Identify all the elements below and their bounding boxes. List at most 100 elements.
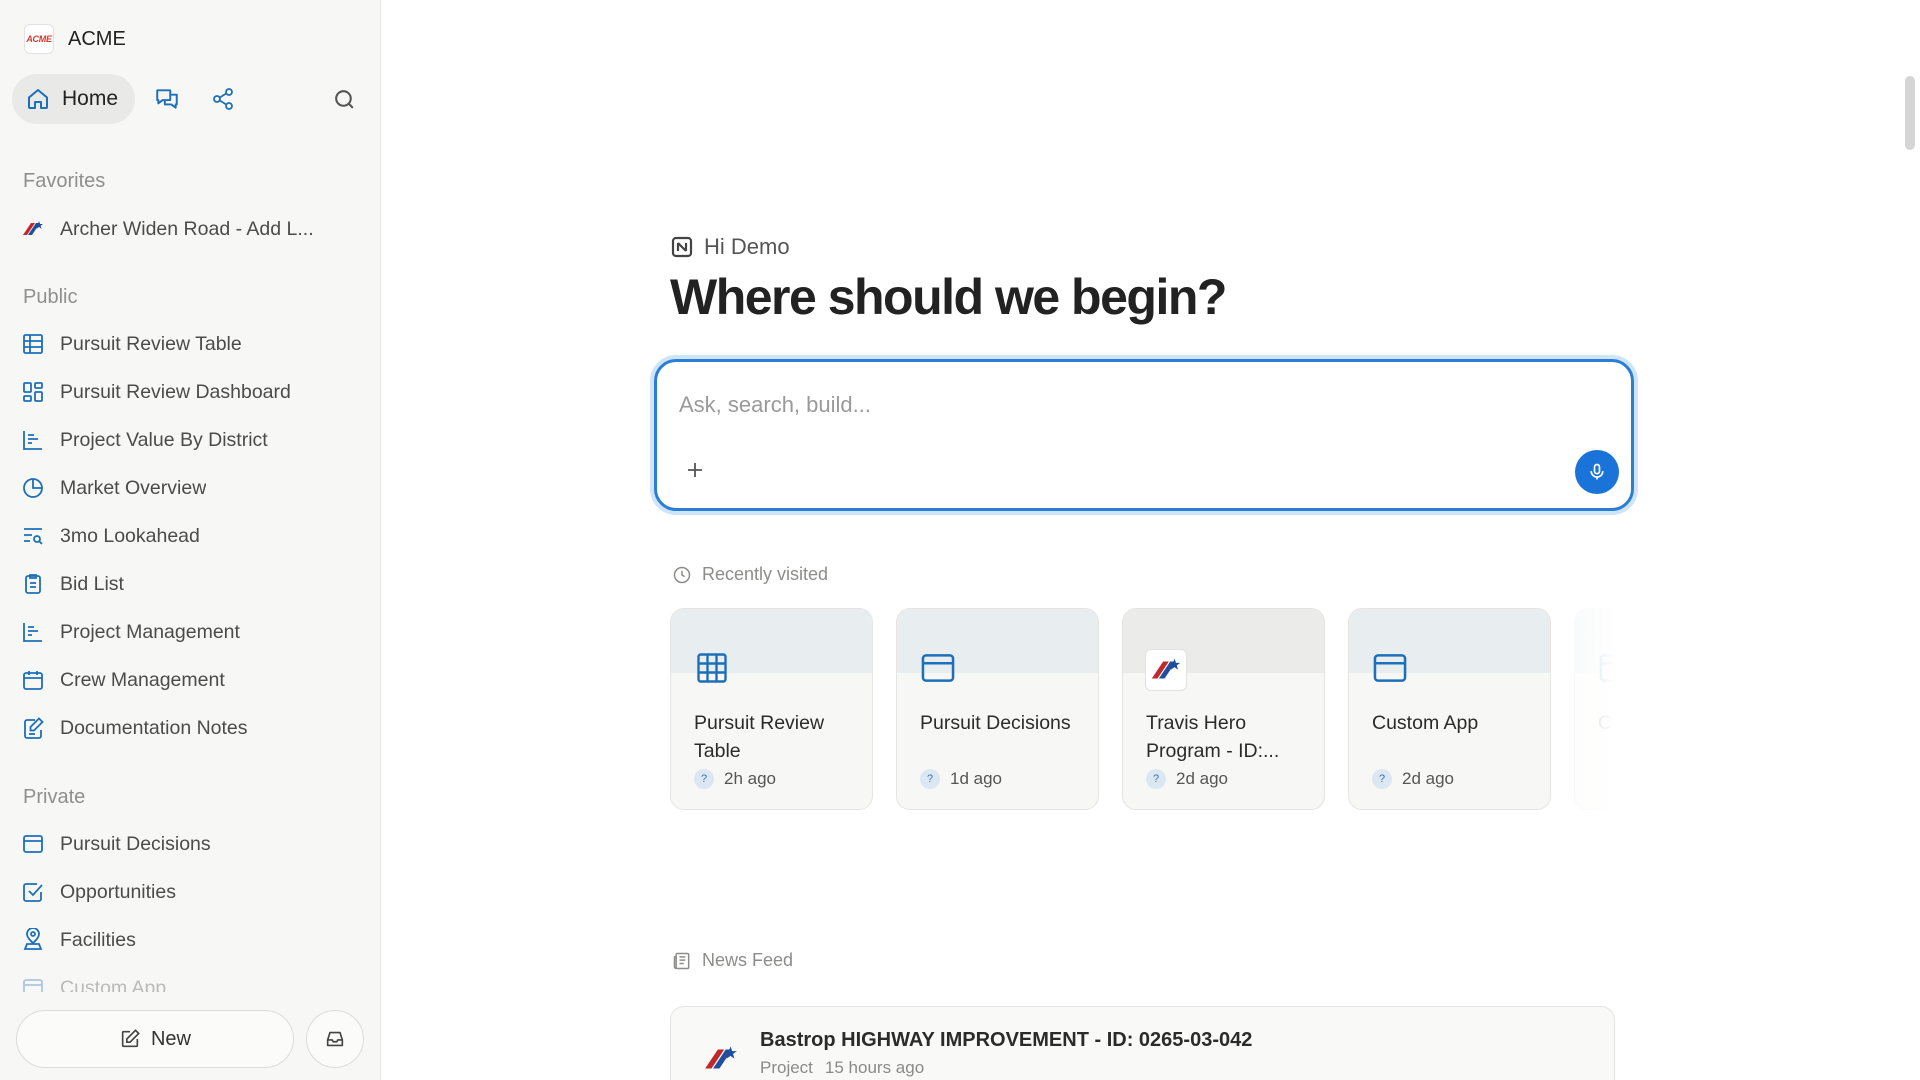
sidebar-item-custom-app[interactable]: Custom App [20, 964, 370, 992]
recent-cards: Pursuit Review Table ? 2h ago Pursuit Dec… [670, 608, 1615, 810]
sidebar-item-project-management[interactable]: Project Management [20, 608, 370, 656]
sidebar-item-pursuit-review-table[interactable]: Pursuit Review Table [20, 320, 370, 368]
recent-card[interactable]: Custom App ? 2d ago [1348, 608, 1551, 810]
sidebar-item-label: Documentation Notes [60, 716, 248, 739]
map-pin-icon [20, 927, 46, 953]
avatar: ? [1146, 769, 1166, 789]
dashboard-icon [20, 379, 46, 405]
table-icon [693, 649, 731, 687]
sidebar-item-label: Bid List [60, 572, 124, 595]
calendar-icon [20, 667, 46, 693]
clock-icon [673, 566, 691, 583]
sidebar-item-crew-management[interactable]: Crew Management [20, 656, 370, 704]
acme-logo: ACME [24, 24, 54, 54]
greeting: Hi Demo [670, 234, 790, 260]
news-meta: Project 15 hours ago [760, 1058, 924, 1078]
pie-chart-icon [20, 475, 46, 501]
page-title: Where should we begin? [670, 269, 1227, 325]
search-icon[interactable] [330, 85, 358, 113]
sidebar-item-label: Project Management [60, 620, 240, 643]
sidebar-item-label: Market Overview [60, 476, 207, 499]
card-title: Custom App [1372, 712, 1479, 734]
card-title: Pursuit Review Table [694, 712, 825, 762]
private-list: Pursuit Decisions Opportunities Faciliti… [20, 820, 370, 992]
sidebar-footer: New [16, 1010, 364, 1068]
graph-icon[interactable] [209, 85, 237, 113]
sidebar: ACME ACME Home Favorites Archer Widen Ro… [0, 0, 381, 1080]
new-button[interactable]: New [16, 1010, 294, 1068]
chat-icon[interactable] [153, 85, 181, 113]
main-content: Hi Demo Where should we begin? Recently … [382, 0, 1920, 1080]
app-window-icon [20, 831, 46, 857]
home-label: Home [62, 87, 119, 110]
card-meta: ? 2d ago [1372, 769, 1454, 789]
scrollbar[interactable] [1905, 76, 1915, 150]
card-title: Travis Hero Program - ID:... [1146, 712, 1280, 762]
recent-card[interactable]: Pursuit Decisions ? 1d ago [896, 608, 1099, 810]
sidebar-item-label: Crew Management [60, 668, 225, 691]
checkbox-icon [20, 879, 46, 905]
recent-card[interactable]: Travis Hero Program - ID:... ? 2d ago [1122, 608, 1325, 810]
sidebar-item-label: Custom App [60, 976, 167, 993]
card-title: Pursuit Decisions [920, 712, 1071, 734]
sidebar-item-project-value-by-district[interactable]: Project Value By District [20, 416, 370, 464]
card-meta: ? 1d ago [920, 769, 1002, 789]
sidebar-item-facilities[interactable]: Facilities [20, 916, 370, 964]
microphone-button[interactable] [1575, 450, 1619, 494]
clipboard-icon [20, 571, 46, 597]
sidebar-item-label: Pursuit Review Dashboard [60, 380, 291, 403]
card-meta: ? 2h ago [694, 769, 776, 789]
public-list: Pursuit Review Table Pursuit Review Dash… [20, 320, 370, 752]
inbox-button[interactable] [306, 1010, 364, 1068]
edit-note-icon [20, 715, 46, 741]
home-icon [28, 89, 48, 109]
inbox-icon [326, 1031, 344, 1047]
news-time: 15 hours ago [824, 1058, 925, 1077]
workspace-name: ACME [68, 27, 126, 50]
sidebar-item-label: Project Value By District [60, 428, 268, 451]
sidebar-item-label: Facilities [60, 928, 136, 951]
sidebar-item-3mo-lookahead[interactable]: 3mo Lookahead [20, 512, 370, 560]
news-item[interactable]: Bastrop HIGHWAY IMPROVEMENT - ID: 0265-0… [670, 1006, 1615, 1080]
app-window-icon [1371, 649, 1409, 687]
table-icon [20, 331, 46, 357]
ask-input[interactable] [679, 392, 1519, 418]
sidebar-item-label: Pursuit Decisions [60, 832, 211, 855]
sidebar-item-archer-widen-road[interactable]: Archer Widen Road - Add L... [20, 205, 370, 253]
news-title: Bastrop HIGHWAY IMPROVEMENT - ID: 0265-0… [760, 1029, 1253, 1051]
sidebar-item-label: Archer Widen Road - Add L... [60, 217, 314, 240]
txdot-logo-icon [1145, 649, 1187, 691]
sidebar-item-opportunities[interactable]: Opportunities [20, 868, 370, 916]
sidebar-item-market-overview[interactable]: Market Overview [20, 464, 370, 512]
compose-icon [121, 1029, 140, 1048]
news-feed-label: News Feed [702, 950, 794, 970]
txdot-logo-icon [701, 1039, 741, 1079]
newspaper-icon [673, 952, 690, 969]
recently-visited-heading: Recently visited [672, 564, 828, 585]
avatar: ? [694, 769, 714, 789]
sidebar-item-label: Pursuit Review Table [60, 332, 242, 355]
recent-card[interactable]: Pursuit Review Table ? 2h ago [670, 608, 873, 810]
sidebar-item-pursuit-review-dashboard[interactable]: Pursuit Review Dashboard [20, 368, 370, 416]
app-logo-icon [671, 236, 693, 258]
plus-icon [688, 463, 702, 477]
sidebar-item-label: Opportunities [60, 880, 176, 903]
bar-chart-icon [20, 427, 46, 453]
home-button[interactable]: Home [12, 74, 136, 124]
add-attachment-button[interactable] [683, 458, 707, 482]
ask-box [654, 359, 1634, 511]
sidebar-item-label: 3mo Lookahead [60, 524, 200, 547]
sidebar-item-pursuit-decisions[interactable]: Pursuit Decisions [20, 820, 370, 868]
private-heading: Private [23, 786, 86, 808]
txdot-logo-icon [20, 216, 46, 242]
favorites-heading: Favorites [23, 170, 106, 192]
greeting-text: Hi Demo [704, 234, 790, 259]
top-navigation: Home [12, 74, 368, 124]
sidebar-item-documentation-notes[interactable]: Documentation Notes [20, 704, 370, 752]
workspace-switcher[interactable]: ACME ACME [24, 24, 126, 54]
microphone-icon [1590, 463, 1604, 480]
sidebar-item-bid-list[interactable]: Bid List [20, 560, 370, 608]
avatar: ? [1372, 769, 1392, 789]
recently-visited-label: Recently visited [702, 564, 829, 584]
carousel-fade [1555, 608, 1615, 810]
